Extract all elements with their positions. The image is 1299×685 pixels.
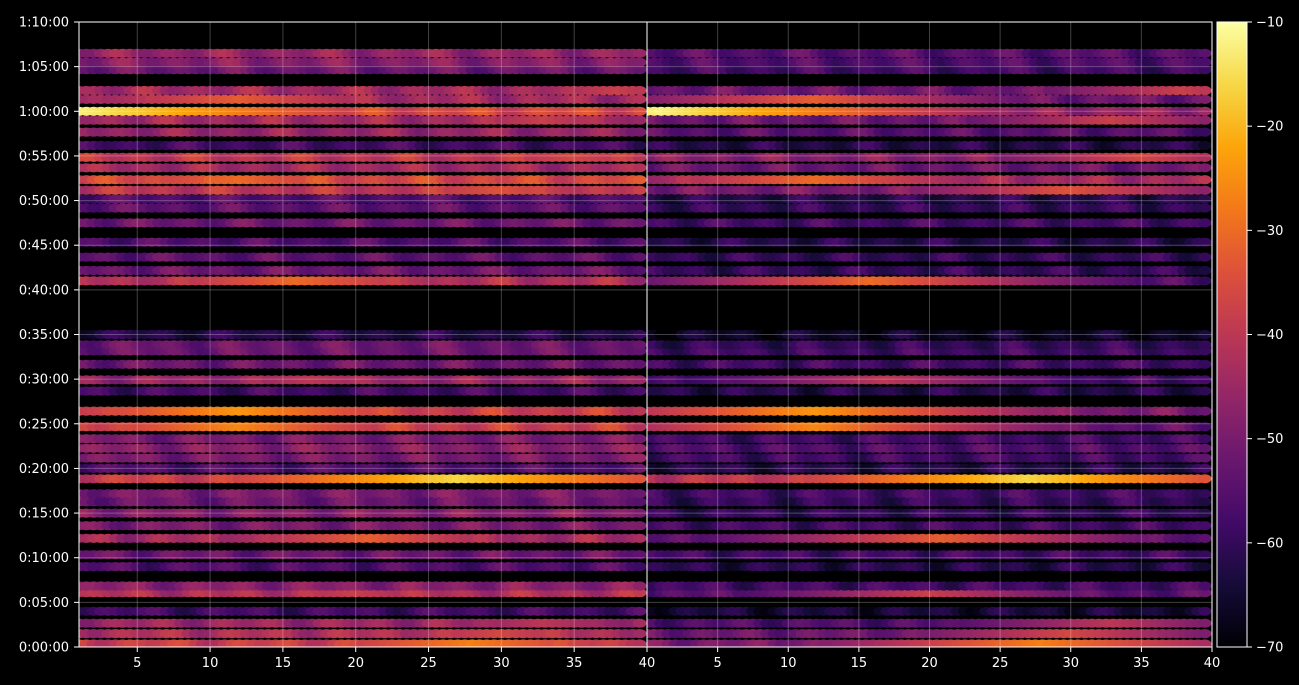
- heat-cell: [632, 94, 647, 104]
- heat-cell: [632, 359, 647, 369]
- heat-cell: [632, 562, 647, 572]
- heat-cell: [632, 474, 647, 484]
- heat-cell: [632, 185, 647, 195]
- heat-cell: [632, 497, 647, 507]
- heat-cell: [1198, 562, 1212, 572]
- heat-cell: [632, 276, 647, 286]
- heat-cell: [632, 265, 647, 276]
- heatmap-cells: [79, 48, 1212, 647]
- heat-cell: [632, 521, 647, 531]
- heat-cell: [632, 386, 647, 396]
- heat-cell: [632, 194, 647, 204]
- heat-cell: [632, 127, 647, 137]
- heat-cell: [1198, 581, 1212, 591]
- heat-cell: [632, 140, 647, 151]
- heat-cell: [632, 252, 647, 262]
- panel-cells-right: [647, 48, 1212, 647]
- heat-cell: [1198, 606, 1212, 616]
- heat-cell: [632, 453, 647, 463]
- heat-cell: [1198, 533, 1212, 544]
- heat-cell: [632, 340, 647, 350]
- heat-cell: [1198, 443, 1212, 453]
- heat-cell: [632, 443, 647, 453]
- heat-cell: [632, 406, 647, 416]
- heat-cell: [632, 606, 647, 616]
- heat-cell: [632, 152, 647, 162]
- heat-cell: [1198, 618, 1212, 628]
- heat-cell: [632, 581, 647, 591]
- heat-cell: [1198, 629, 1212, 639]
- heat-cell: [632, 57, 647, 67]
- heat-cell: [632, 218, 647, 228]
- heat-cell: [632, 175, 647, 185]
- heat-cell: [632, 489, 647, 499]
- heat-cell: [1198, 453, 1212, 463]
- heat-cell: [632, 629, 647, 639]
- heat-cell: [1198, 489, 1212, 499]
- heat-cell: [632, 375, 647, 385]
- panel-cells-left: [79, 48, 647, 647]
- heat-cell: [1198, 497, 1212, 507]
- heat-cell: [1198, 474, 1212, 484]
- heatmap-chart: 0:00:000:05:000:10:000:15:000:20:000:25:…: [19, 16, 1284, 672]
- heat-cell: [1198, 521, 1212, 531]
- heat-cell: [632, 533, 647, 544]
- heat-cell: [632, 618, 647, 628]
- heat-cell: [632, 85, 647, 96]
- heat-cell: [632, 434, 647, 444]
- heat-cell: [632, 163, 647, 173]
- heat-cell: [632, 203, 647, 213]
- heat-cell: [632, 115, 647, 125]
- heat-cell: [632, 48, 647, 58]
